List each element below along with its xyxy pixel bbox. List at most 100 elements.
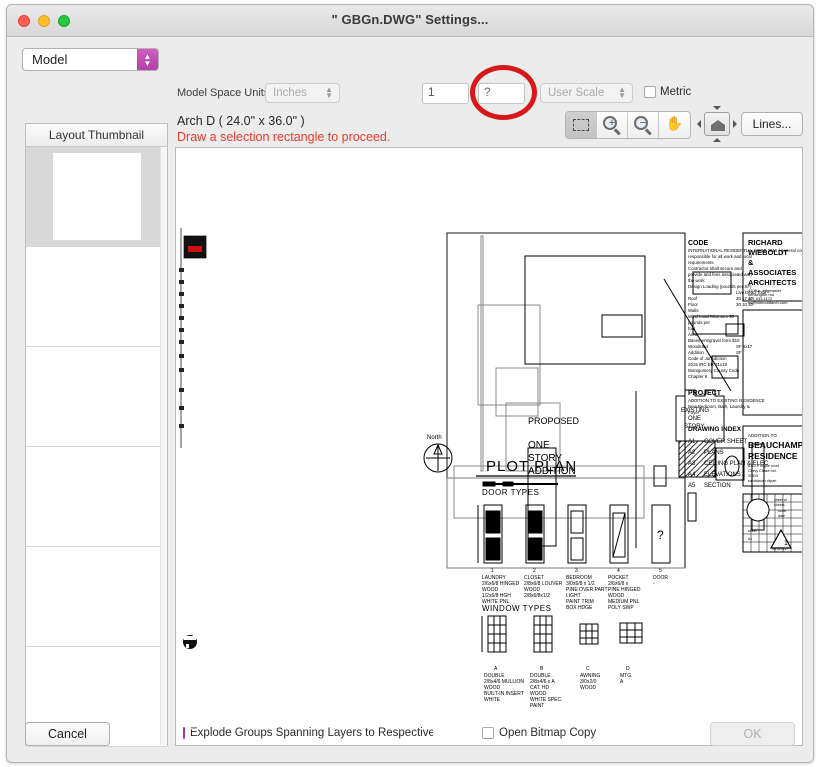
zoom-to-extents-button[interactable] bbox=[704, 112, 730, 136]
arrow-up-icon bbox=[713, 106, 721, 110]
svg-text:Montgomery County Code: Montgomery County Code bbox=[688, 368, 740, 373]
open-bitmap-copy-checkbox[interactable] bbox=[482, 727, 494, 739]
svg-text:D: D bbox=[626, 666, 630, 672]
svg-text:A: A bbox=[620, 679, 624, 685]
svg-text:Woodstud: Woodstud bbox=[688, 344, 708, 349]
arrow-down-icon bbox=[713, 138, 721, 142]
units-select-value: Inches bbox=[273, 87, 307, 99]
svg-text:8712 e maple court: 8712 e maple court bbox=[748, 464, 779, 468]
scale-numerator-field[interactable]: 1 bbox=[422, 83, 469, 104]
svg-text:the work: the work bbox=[688, 278, 705, 283]
svg-text:Walls: Walls bbox=[688, 308, 699, 313]
explode-groups-checkbox-group[interactable]: Explode Groups Spanning Layers to Respec… bbox=[183, 727, 433, 739]
svg-text:Code of Jurisdiction: Code of Jurisdiction bbox=[688, 356, 727, 361]
svg-text:sheets: sheets bbox=[774, 503, 785, 507]
svg-text:sheet of: sheet of bbox=[774, 498, 787, 502]
svg-text:Area: Area bbox=[688, 332, 698, 337]
layout-stepper-icon[interactable]: ▲ ▼ bbox=[137, 49, 158, 70]
index-num: A3 bbox=[688, 461, 696, 467]
layout-select[interactable]: Model ▲ ▼ bbox=[22, 48, 159, 71]
dwg-settings-window: " GBGn.DWG" Settings... Model ▲ ▼ Model … bbox=[6, 4, 814, 763]
firm-line: & bbox=[748, 258, 754, 267]
explode-groups-checkbox[interactable] bbox=[183, 727, 194, 739]
svg-text:2015 IRC ER 31x19: 2015 IRC ER 31x19 bbox=[688, 362, 728, 367]
svg-text:Addition: Addition bbox=[688, 350, 704, 355]
svg-text:SF 5x17: SF 5x17 bbox=[736, 344, 753, 349]
svg-text:Roof: Roof bbox=[688, 296, 698, 301]
svg-text:A: A bbox=[494, 666, 498, 672]
selection-rectangle-tool[interactable] bbox=[566, 112, 597, 138]
lines-button[interactable]: Lines... bbox=[741, 112, 803, 136]
svg-text:?: ? bbox=[657, 528, 664, 542]
window-elevations: AB CD DOUBLE DOUBLE AWNING MTG. 2/8x4/6 MU… bbox=[481, 615, 643, 709]
svg-text:1: 1 bbox=[491, 568, 494, 574]
window-types-title: WINDOW TYPES bbox=[482, 604, 551, 613]
layout-thumbnail-list[interactable] bbox=[26, 147, 167, 747]
svg-text:2: 2 bbox=[533, 568, 536, 574]
drawing-index-title: DRAWING INDEX bbox=[688, 426, 742, 433]
svg-text:Floor: Floor bbox=[688, 302, 699, 307]
svg-text:WHITE: WHITE bbox=[484, 697, 501, 703]
svg-text:WOOD: WOOD bbox=[580, 685, 596, 691]
top-control-row: Model ▲ ▼ bbox=[7, 37, 813, 81]
user-scale-select[interactable]: User Scale ▲ ▼ bbox=[540, 83, 633, 103]
open-bitmap-copy-label: Open Bitmap Copy bbox=[499, 727, 597, 739]
svg-text:4: 4 bbox=[617, 568, 620, 574]
svg-text:subdivision clipart: subdivision clipart bbox=[748, 479, 776, 483]
svg-text:C: C bbox=[586, 666, 590, 672]
svg-text:Chapter 8: Chapter 8 bbox=[688, 374, 708, 379]
scale-denominator-field[interactable]: ? bbox=[478, 83, 525, 104]
svg-text:POLY SWP: POLY SWP bbox=[608, 605, 634, 611]
svg-text:3: 3 bbox=[575, 568, 578, 574]
list-item[interactable] bbox=[26, 547, 167, 647]
left-edge-logo bbox=[183, 635, 197, 649]
list-item[interactable] bbox=[26, 147, 167, 247]
drawing-canvas[interactable]: EXISTING ONE STORY PROPOSED ONE STORY AD… bbox=[175, 147, 803, 746]
svg-text:1: 1 bbox=[784, 540, 788, 547]
metric-checkbox[interactable] bbox=[644, 86, 656, 98]
svg-text:BOX HDGE: BOX HDGE bbox=[566, 605, 593, 611]
svg-text:Basement/gravel form $10: Basement/gravel form $10 bbox=[688, 338, 740, 343]
chevron-updown-icon: ▲ ▼ bbox=[618, 85, 626, 100]
svg-text:requirements: requirements bbox=[688, 260, 714, 265]
svg-text:pounds per: pounds per bbox=[688, 320, 711, 325]
index-num: A5 bbox=[688, 483, 696, 489]
svg-text:10 oct 12: 10 oct 12 bbox=[772, 547, 787, 551]
metric-checkbox-group[interactable]: Metric bbox=[644, 86, 691, 98]
hand-icon: ✋ bbox=[665, 115, 684, 131]
zoom-in-tool[interactable]: + bbox=[597, 112, 628, 138]
svg-text:-: - bbox=[653, 581, 655, 587]
list-item[interactable] bbox=[26, 447, 167, 547]
extents-home-icon bbox=[711, 120, 725, 131]
marquee-icon bbox=[573, 119, 589, 131]
metric-label: Metric bbox=[660, 86, 692, 98]
firm-line: ARCHITECTS bbox=[748, 278, 796, 287]
zoom-out-tool[interactable]: − bbox=[628, 112, 659, 138]
cancel-button[interactable]: Cancel bbox=[25, 722, 110, 746]
svg-text:Foyer: Foyer bbox=[688, 410, 700, 415]
index-label: COVER SHEET bbox=[704, 439, 747, 445]
index-label: SECTION bbox=[704, 483, 731, 489]
pan-tool[interactable]: ✋ bbox=[659, 112, 690, 138]
firm-line: ASSOCIATES bbox=[748, 268, 796, 277]
firm-title-block: RICHARD WIEBOLDT & ASSOCIATES ARCHITECTS… bbox=[742, 232, 802, 305]
svg-text:A1: A1 bbox=[748, 537, 752, 541]
dwg-preview: EXISTING ONE STORY PROPOSED ONE STORY AD… bbox=[179, 228, 802, 709]
svg-text:date: date bbox=[778, 514, 785, 518]
svg-text:B: B bbox=[540, 666, 544, 672]
list-item[interactable] bbox=[26, 347, 167, 447]
ok-button[interactable]: OK bbox=[710, 722, 795, 746]
svg-text:scale: scale bbox=[778, 509, 786, 513]
index-num: A1 bbox=[688, 439, 696, 445]
building-footprint bbox=[524, 255, 667, 547]
sidebar-scrollbar[interactable] bbox=[160, 147, 167, 745]
units-select[interactable]: Inches ▲ ▼ bbox=[265, 83, 340, 103]
project-block-line-1: ADDITION TO bbox=[748, 433, 777, 438]
list-item[interactable] bbox=[26, 247, 167, 347]
svg-text:20815: 20815 bbox=[748, 474, 758, 478]
open-bitmap-copy-checkbox-group[interactable]: Open Bitmap Copy bbox=[482, 727, 596, 739]
svg-text:SF: SF bbox=[736, 350, 742, 355]
svg-text:Chevy Chase md: Chevy Chase md bbox=[748, 469, 776, 473]
title-bar: " GBGn.DWG" Settings... bbox=[7, 5, 813, 37]
index-label: PLANS bbox=[704, 450, 724, 456]
